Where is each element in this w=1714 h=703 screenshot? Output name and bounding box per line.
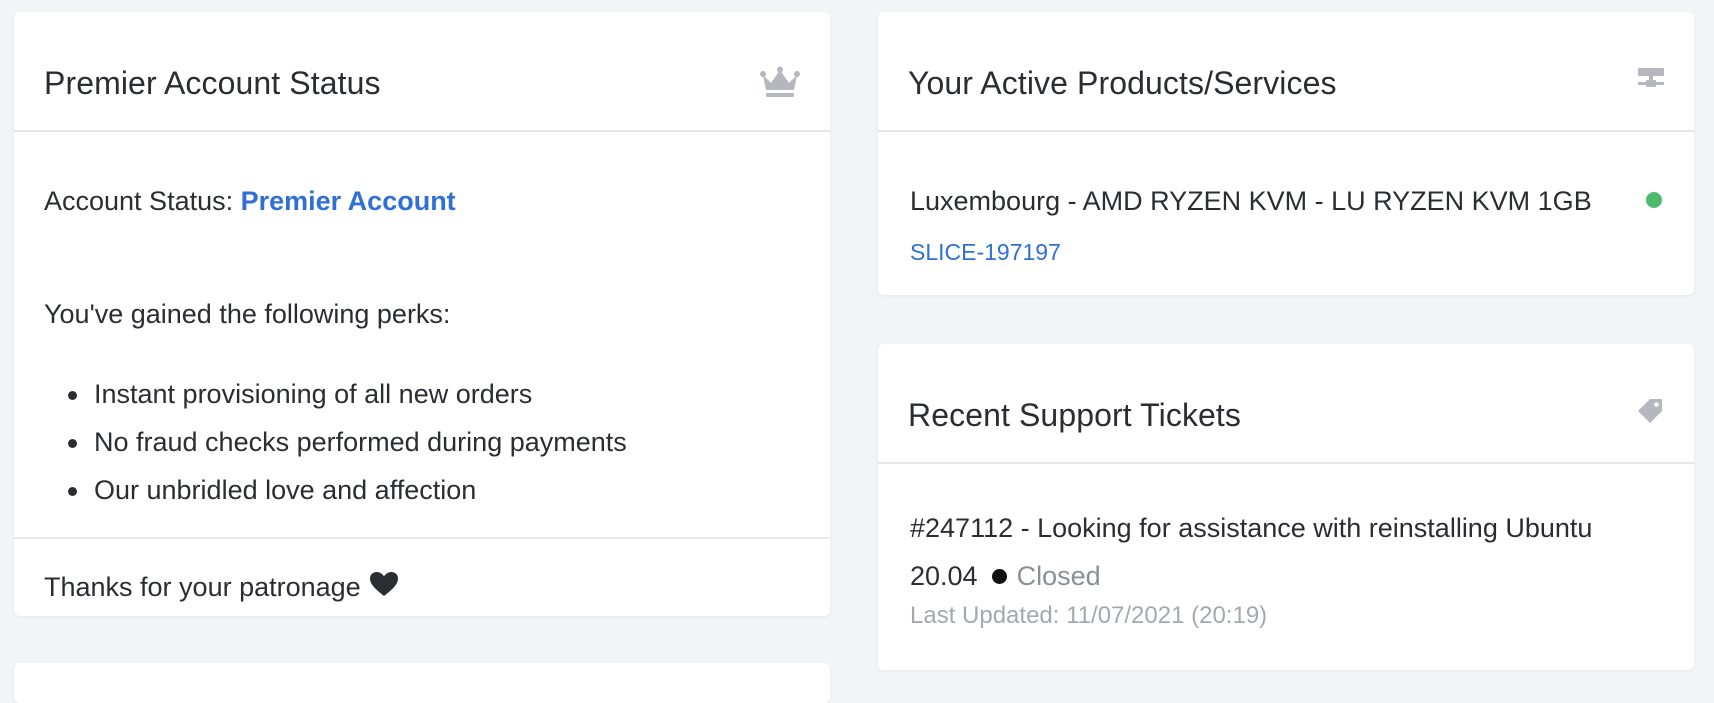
perks-intro: You've gained the following perks: [44,299,451,329]
heart-icon [369,571,399,603]
ticket-status: Closed [1016,561,1101,591]
ticket-last-updated: Last Updated: 11/07/2021 (20:19) [910,602,1268,629]
ticket-status-dot [991,569,1007,584]
account-status: Account Status: Premier Account [44,186,456,217]
support-tickets-card: Recent Support Tickets #247112 - Looking… [878,344,1694,670]
thanks-message: Thanks for your patronage [44,571,399,603]
account-status-value[interactable]: Premier Account [241,186,456,216]
perk-item: No fraud checks performed during payment… [44,424,627,472]
active-products-card: Your Active Products/Services Luxembourg… [878,12,1694,295]
card-footer: Thanks for your patronage [14,537,830,616]
perk-item: Our unbridled love and affection [44,472,627,520]
server-icon [1638,66,1664,97]
perks-list: Instant provisioning of all new orders N… [44,376,627,520]
card-header: Recent Support Tickets [878,344,1694,464]
product-name[interactable]: Luxembourg - AMD RYZEN KVM - LU RYZEN KV… [910,186,1592,217]
tag-icon [1636,398,1664,431]
product-id-link[interactable]: SLICE-197197 [910,239,1061,266]
card-header: Premier Account Status [14,12,830,132]
card-title: Recent Support Tickets [908,397,1242,433]
premier-account-card: Premier Account Status Account Status: P… [14,12,830,616]
card-title: Premier Account Status [44,65,381,101]
thanks-text: Thanks for your patronage [44,571,361,602]
perk-item: Instant provisioning of all new orders [44,376,627,424]
product-status-indicator [1646,192,1662,208]
card-header: Your Active Products/Services [878,12,1694,132]
account-status-label: Account Status: [44,186,241,216]
ticket-item[interactable]: #247112 - Looking for assistance with re… [910,504,1650,600]
crown-icon [760,66,800,103]
partial-card [14,663,830,703]
card-title: Your Active Products/Services [908,65,1337,101]
ticket-subject[interactable]: #247112 - Looking for assistance with re… [910,513,1592,591]
